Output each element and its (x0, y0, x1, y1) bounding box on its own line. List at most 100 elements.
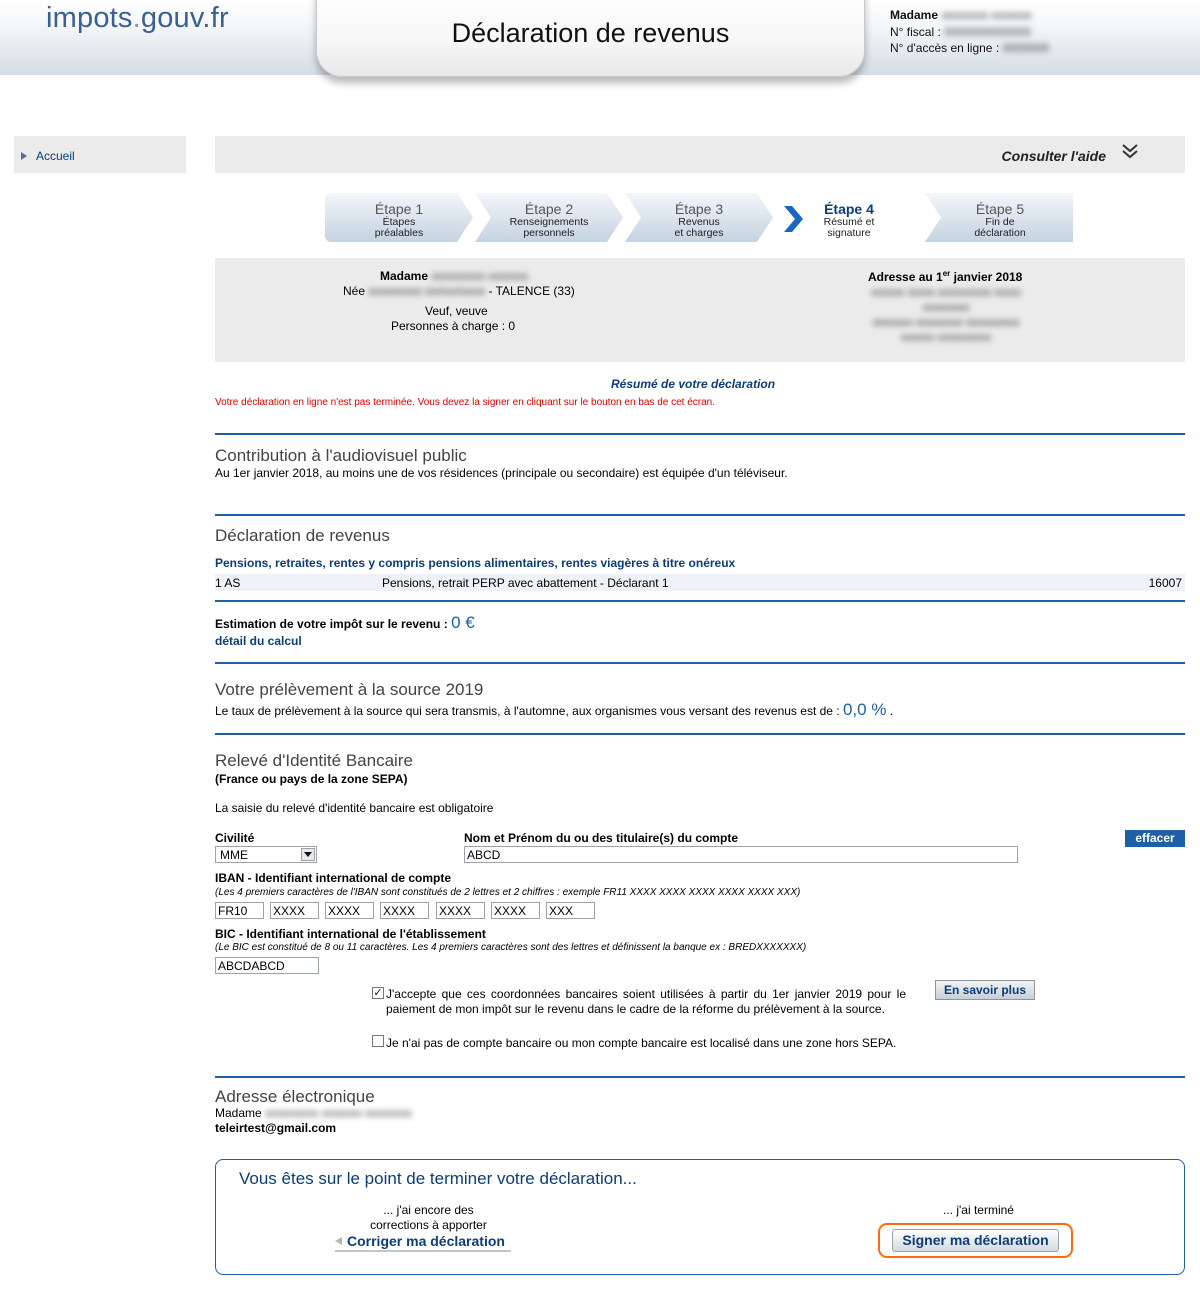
identity-dependents: Personnes à charge : 0 (391, 319, 516, 333)
help-bar: Consulter l'aide (215, 136, 1185, 173)
no-account-text: Je n'ai pas de compte bancaire ou mon co… (386, 1036, 897, 1050)
bic-hint: (Le BIC est constitué de 8 ou 11 caractè… (215, 942, 807, 953)
identity-status: Veuf, veuve (425, 304, 488, 318)
step-1[interactable]: Étape 1 Étapes préalables (325, 193, 473, 242)
double-chevron-down-icon[interactable] (1121, 142, 1139, 160)
sign-button-highlight: Signer ma déclaration (878, 1223, 1073, 1258)
address-redacted: ooooo oooo oooooooo oooo ooooooo oooooo o… (870, 285, 1022, 344)
rib-title: Relevé d'Identité Bancaire (215, 751, 413, 770)
access-number-redacted: 0000000 (1002, 41, 1050, 55)
user-civility: Madame (890, 8, 939, 22)
learn-more-button[interactable]: En savoir plus (935, 980, 1035, 1000)
rib-subtitle: (France ou pays de la zone SEPA) (215, 772, 408, 786)
identity-civility: Madame (380, 269, 429, 283)
correct-button[interactable]: Corriger ma déclaration (335, 1232, 511, 1252)
civilite-label: Civilité (215, 831, 255, 845)
iban-field-1[interactable] (215, 902, 264, 919)
access-number-label: N° d'accès en ligne : (890, 41, 1000, 55)
accept-checkbox[interactable]: ✓ (372, 987, 384, 999)
section-divider (215, 733, 1185, 735)
iban-field-7[interactable] (546, 902, 595, 919)
address-title: Adresse au 1er janvier 2018 (868, 269, 1022, 284)
page-title: Déclaration de revenus (451, 18, 730, 48)
prelevement-end: . (889, 704, 894, 718)
sign-hint: ... j'ai terminé (943, 1203, 1014, 1217)
prelevement-rate: 0,0 % (842, 700, 887, 719)
unsigned-warning: Votre déclaration en ligne n'est pas ter… (215, 397, 716, 408)
estimation-label: Estimation de votre impôt sur le revenu … (215, 617, 448, 631)
step-number: Étape 5 (975, 201, 1025, 217)
summary-title: Résumé de votre déclaration (611, 377, 776, 391)
rib-mandatory-text: La saisie du relevé d'identité bancaire … (215, 801, 494, 815)
civilite-value: MME (220, 848, 248, 862)
civilite-select[interactable]: MME (215, 846, 317, 863)
address-title-pre: Adresse au 1 (868, 270, 943, 284)
iban-field-2[interactable] (270, 902, 319, 919)
bic-input[interactable] (215, 957, 319, 974)
sidebar-item-home[interactable]: Accueil (21, 149, 75, 163)
email-title: Adresse électronique (215, 1087, 375, 1106)
user-name-redacted: ooooooo oooooo (941, 8, 1032, 22)
logo-separator: . (132, 2, 141, 34)
step-label: préalables (374, 227, 424, 239)
revenu-label: Pensions, retrait PERP avec abattement -… (382, 576, 669, 590)
identity-name-redacted: oooooooo oooooo (431, 269, 529, 283)
identity-birth-redacted: oooooooo oo/oo/oooo (368, 284, 486, 298)
iban-field-4[interactable] (380, 902, 429, 919)
audiovisuel-title: Contribution à l'audiovisuel public (215, 446, 467, 465)
section-divider (215, 514, 1185, 516)
finish-title: Vous êtes sur le point de terminer votre… (239, 1169, 637, 1188)
accept-text: J'accepte que ces coordonnées bancaires … (386, 987, 906, 1016)
correct-hint-line2: corrections à apporter (370, 1218, 487, 1232)
email-name-redacted: oooooooo oooooo ooooooo (265, 1106, 412, 1120)
prelevement-text: Le taux de prélèvement à la source qui s… (215, 704, 840, 718)
email-address: teleirtest@gmail.com (215, 1121, 337, 1135)
email-civility: Madame (215, 1106, 262, 1120)
progress-steps: Étape 1 Étapes préalables Étape 2 Rensei… (325, 193, 1075, 243)
iban-field-3[interactable] (325, 902, 374, 919)
step-number: Étape 1 (374, 201, 424, 217)
account-holder-input[interactable] (464, 846, 1018, 863)
step-3[interactable]: Étape 3 Revenus et charges (625, 193, 773, 242)
estimation-line: Estimation de votre impôt sur le revenu … (215, 613, 475, 633)
section-divider (215, 1076, 1185, 1078)
sidebar: Accueil (14, 136, 186, 173)
step-number: Étape 3 (674, 201, 724, 217)
audiovisuel-text: Au 1er janvier 2018, au moins une de vos… (215, 466, 788, 480)
iban-field-5[interactable] (436, 902, 485, 919)
logo-main: impots (46, 2, 133, 34)
dropdown-arrow-icon[interactable] (301, 848, 315, 861)
section-divider (215, 600, 1185, 602)
title-tab: Déclaration de revenus (316, 0, 865, 77)
identity-birth-place: - TALENCE (33) (488, 284, 575, 298)
estimation-value: 0 € (451, 613, 475, 632)
sign-button[interactable]: Signer ma déclaration (892, 1229, 1059, 1252)
name-label: Nom et Prénom du ou des titulaire(s) du … (464, 831, 739, 845)
finish-panel: Vous êtes sur le point de terminer votre… (215, 1159, 1185, 1275)
identity-born-prefix: Née (343, 284, 366, 298)
site-logo[interactable]: impots.gouv.fr (46, 2, 229, 35)
iban-label: IBAN - Identifiant international de comp… (215, 871, 452, 885)
step-label: personnels (523, 227, 575, 239)
iban-field-6[interactable] (491, 902, 540, 919)
no-account-checkbox[interactable] (372, 1035, 384, 1047)
step-number: Étape 2 (524, 201, 574, 217)
revenus-category: Pensions, retraites, rentes y compris pe… (215, 556, 736, 570)
correct-button-label: Corriger ma déclaration (347, 1233, 505, 1249)
step-2[interactable]: Étape 2 Renseignements personnels (475, 193, 623, 242)
bic-label: BIC - Identifiant international de l'éta… (215, 927, 486, 941)
prelevement-line: Le taux de prélèvement à la source qui s… (215, 700, 893, 720)
arrow-right-icon (21, 152, 27, 160)
user-info: Madame ooooooo oooooo N° fiscal : 000000… (890, 7, 1049, 57)
help-link[interactable]: Consulter l'aide (1002, 148, 1106, 164)
table-row: 1 AS Pensions, retrait PERP avec abattem… (215, 574, 1185, 591)
step-5[interactable]: Étape 5 Fin de déclaration (925, 193, 1075, 242)
revenus-title: Déclaration de revenus (215, 526, 390, 545)
clear-button[interactable]: effacer (1125, 830, 1185, 847)
section-divider (215, 433, 1185, 435)
section-divider (215, 662, 1185, 664)
prelevement-title: Votre prélèvement à la source 2019 (215, 680, 484, 699)
detail-calcul-link[interactable]: détail du calcul (215, 634, 302, 648)
correct-hint-line1: ... j'ai encore des (383, 1203, 474, 1217)
correct-hint: ... j'ai encore des corrections à apport… (356, 1203, 501, 1233)
